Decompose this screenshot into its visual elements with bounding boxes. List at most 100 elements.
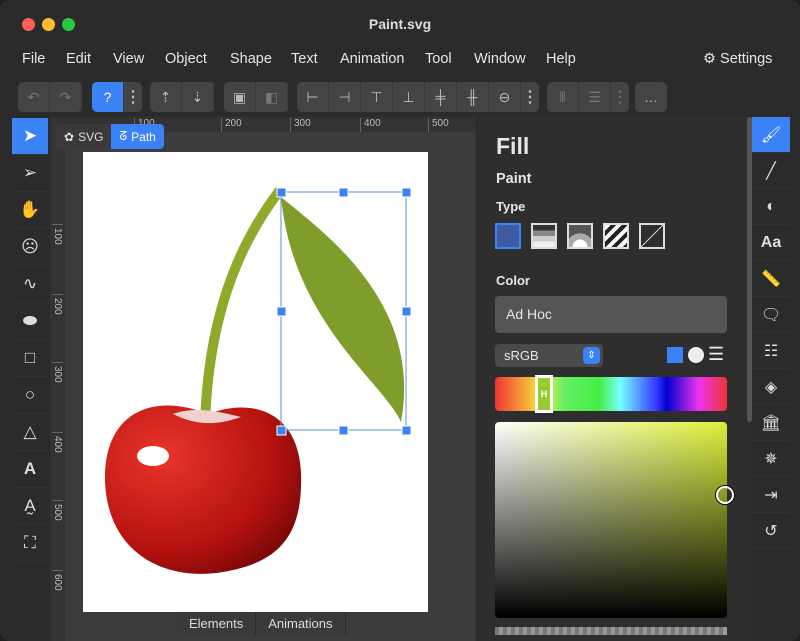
color-cursor[interactable]	[716, 486, 734, 504]
breadcrumb: ✿SVG ᘔPath	[56, 124, 164, 149]
overflow-button[interactable]: …	[635, 82, 667, 112]
ruler-label: 600	[52, 570, 63, 591]
menu-edit[interactable]: Edit	[66, 51, 91, 67]
ruler-label: 500	[52, 500, 63, 521]
hue-slider[interactable]: H	[495, 377, 727, 411]
settings-button[interactable]: ⚙ Settings	[703, 51, 772, 67]
distribute-h-icon[interactable]: ⫴	[547, 82, 579, 112]
layers-icon[interactable]: ◈	[752, 369, 790, 405]
freehand-tool-icon[interactable]: ∿	[12, 266, 48, 303]
svg-icon: ✿	[64, 130, 74, 144]
align-left-icon[interactable]: ⊢	[297, 82, 329, 112]
library-icon[interactable]: 🏛	[752, 405, 790, 441]
toolbar: ↶↷ ?⋮ ⇡⇣ ▣◧ ⊢⊣⊤⊥╪╫⊖⋮ ⫴☰⋮ …	[0, 82, 800, 112]
menu-object[interactable]: Object	[165, 51, 207, 67]
face-tool-icon[interactable]: ☹	[12, 229, 48, 266]
cherry-stem[interactable]	[205, 190, 280, 427]
menu-file[interactable]: File	[22, 51, 45, 67]
cherry-artwork[interactable]	[83, 152, 428, 612]
cherry-leaf[interactable]	[281, 197, 404, 422]
tool-palette: ➤ ➢ ✋ ☹ ∿ ⬬ □ ○ △ A A̰ ⛶	[12, 118, 48, 562]
panel-title: Fill	[496, 133, 529, 160]
menu-window[interactable]: Window	[474, 51, 526, 67]
node-tool-icon[interactable]: ➢	[12, 155, 48, 192]
saturation-value-picker[interactable]	[495, 422, 727, 618]
pattern-icon[interactable]	[603, 223, 629, 249]
comment-icon[interactable]: 🗨	[752, 297, 790, 333]
ruler-icon[interactable]: 📏	[752, 261, 790, 297]
rectangle-tool-icon[interactable]: □	[12, 340, 48, 377]
export-icon[interactable]: ⇥	[752, 477, 790, 513]
redo-icon[interactable]: ↷	[50, 82, 82, 112]
align-top-icon[interactable]: ⊤	[361, 82, 393, 112]
checklist-icon[interactable]: ☷	[752, 333, 790, 369]
align-right-icon[interactable]: ⊣	[329, 82, 361, 112]
select-tool-icon[interactable]: ➤	[12, 118, 48, 155]
raise-icon[interactable]: ⇡	[150, 82, 182, 112]
menu-view[interactable]: View	[113, 51, 144, 67]
stroke-brush-icon[interactable]: ╱	[752, 153, 790, 189]
app-window: Paint.svg File Edit View Object Shape Te…	[0, 0, 800, 641]
window-title: Paint.svg	[0, 0, 800, 44]
ruler-label: 300	[290, 118, 311, 132]
type-label: Type	[496, 199, 525, 214]
cherry-fruit[interactable]	[105, 405, 301, 573]
path-tool-icon[interactable]: ?	[92, 82, 124, 112]
path-icon: ᘔ	[119, 129, 127, 144]
menu-animation[interactable]: Animation	[340, 51, 404, 67]
align-center-v-icon[interactable]: ╫	[457, 82, 489, 112]
ruler-label: 100	[52, 224, 63, 245]
history-icon[interactable]: ↺	[752, 513, 790, 549]
contrast-icon[interactable]: ◐	[752, 189, 790, 225]
hand-tool-icon[interactable]: ✋	[12, 192, 48, 229]
text-tool-icon[interactable]: A	[12, 451, 48, 488]
breadcrumb-path[interactable]: ᘔPath	[111, 124, 163, 149]
circle-picker-icon[interactable]	[688, 347, 704, 363]
crop-tool-icon[interactable]: ⛶	[12, 525, 48, 562]
square-swatch-icon[interactable]	[667, 347, 683, 363]
color-space-select[interactable]: sRGB⇕	[495, 344, 603, 367]
align-bottom-icon[interactable]: ⊥	[393, 82, 425, 112]
undo-icon[interactable]: ↶	[18, 82, 50, 112]
more-icon[interactable]: ⋮	[611, 82, 629, 112]
ruler-label: 300	[52, 362, 63, 383]
align-middle-icon[interactable]: ⊖	[489, 82, 521, 112]
more-icon[interactable]: ⋮	[521, 82, 539, 112]
typography-icon[interactable]: Aa	[752, 225, 790, 261]
inspector-tabs: 🖌 ╱ ◐ Aa 📏 🗨 ☷ ◈ 🏛 ✵ ⇥ ↺	[752, 117, 790, 549]
text-path-tool-icon[interactable]: A̰	[12, 488, 48, 525]
no-fill-icon[interactable]	[639, 223, 665, 249]
lower-icon[interactable]: ⇣	[182, 82, 214, 112]
polygon-tool-icon[interactable]: △	[12, 414, 48, 451]
circle-tool-icon[interactable]: ○	[12, 377, 48, 414]
solid-fill-icon[interactable]	[495, 223, 521, 249]
align-center-h-icon[interactable]: ╪	[425, 82, 457, 112]
hue-slider-knob[interactable]: H	[535, 375, 553, 413]
effects-icon[interactable]: ✵	[752, 441, 790, 477]
menu-tool[interactable]: Tool	[425, 51, 452, 67]
color-name-field[interactable]: Ad Hoc	[495, 296, 727, 333]
list-icon[interactable]: ☰	[708, 344, 724, 365]
canvas-area[interactable]: 100 200 300 400 500 100 200 300 400 500 …	[50, 117, 476, 641]
tab-animations[interactable]: Animations	[256, 612, 345, 635]
menu-shape[interactable]: Shape	[230, 51, 272, 67]
radial-gradient-icon[interactable]	[567, 223, 593, 249]
group-icon[interactable]: ▣	[224, 82, 256, 112]
ellipse-fill-tool-icon[interactable]: ⬬	[12, 303, 48, 340]
breadcrumb-svg[interactable]: ✿SVG	[56, 124, 111, 149]
menu-text[interactable]: Text	[291, 51, 318, 67]
tab-elements[interactable]: Elements	[177, 612, 256, 635]
vertical-ruler: 100 200 300 400 500 600	[50, 132, 65, 641]
alpha-slider[interactable]	[495, 627, 727, 635]
ungroup-icon[interactable]: ◧	[256, 82, 288, 112]
ruler-label: 200	[221, 118, 242, 132]
bottom-tabs: Elements Animations	[177, 612, 346, 635]
menu-help[interactable]: Help	[546, 51, 576, 67]
ruler-label: 500	[428, 118, 449, 132]
more-icon[interactable]: ⋮	[124, 82, 142, 112]
fill-brush-icon[interactable]: 🖌	[752, 117, 790, 153]
document-page[interactable]	[83, 152, 428, 612]
linear-gradient-icon[interactable]	[531, 223, 557, 249]
distribute-v-icon[interactable]: ☰	[579, 82, 611, 112]
fill-panel: Fill Paint Type Color Ad Hoc sRGB⇕ ☰ H	[478, 117, 746, 641]
